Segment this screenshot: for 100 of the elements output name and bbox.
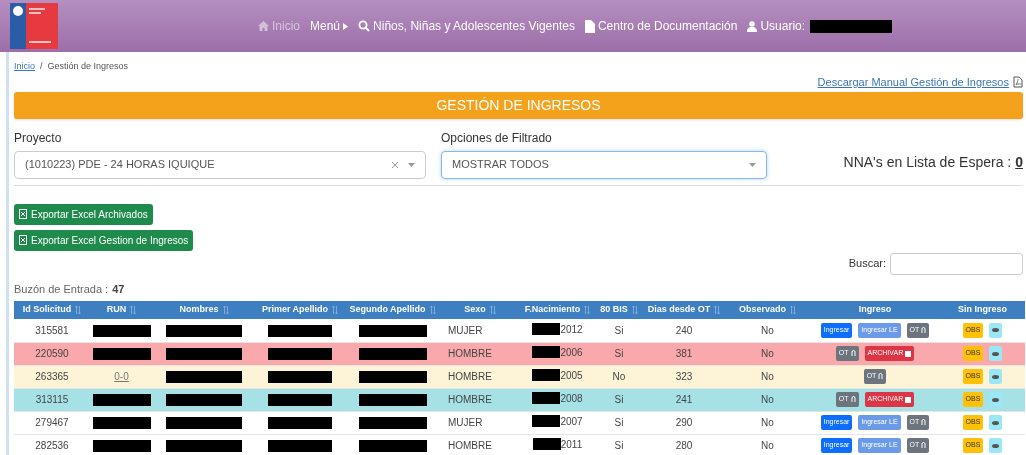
breadcrumb-separator: /	[40, 60, 43, 73]
column-header[interactable]: Segundo Apellido	[349, 303, 426, 317]
document-icon	[584, 19, 595, 33]
nav-link[interactable]: Centro de Documentación	[597, 17, 738, 35]
breadcrumb-link[interactable]: Inicio	[14, 60, 35, 74]
table-cell: No	[761, 417, 774, 428]
view-button[interactable]	[989, 438, 1003, 453]
redaction-bar	[92, 394, 151, 407]
redaction-bar	[268, 348, 332, 361]
column-header[interactable]: Ingreso	[858, 303, 892, 317]
view-button[interactable]	[989, 415, 1003, 430]
sort-icon[interactable]	[714, 306, 721, 314]
inbox-count: 47	[112, 281, 125, 297]
redaction-bar	[92, 440, 151, 453]
table-cell: HOMBRE	[448, 394, 492, 405]
table-cell: 313115	[35, 394, 69, 405]
redaction-bar	[532, 392, 561, 405]
sort-icon[interactable]	[429, 306, 436, 314]
sort-icon[interactable]	[222, 306, 229, 314]
sort-icon[interactable]	[130, 306, 137, 314]
dropdown-icon[interactable]	[749, 162, 756, 167]
select-field[interactable]: (1010223) PDE - 24 HORAS IQUIQUE	[14, 150, 426, 179]
redaction-bar	[268, 417, 332, 430]
export-button[interactable]: Exportar Excel Gestion de Ingresos	[14, 229, 194, 251]
redaction-bar	[92, 417, 151, 430]
redaction-bar	[92, 325, 151, 338]
breadcrumb-current: Gestión de Ingresos	[47, 60, 129, 73]
view-button[interactable]	[989, 369, 1003, 384]
waitlist-count[interactable]: 0	[1015, 151, 1023, 173]
column-header[interactable]: Dias desde OT	[647, 303, 711, 317]
table-cell: MUJER	[448, 417, 483, 428]
view-button[interactable]	[989, 392, 1003, 407]
redaction-bar	[358, 417, 427, 430]
table-cell: 220590	[35, 348, 69, 359]
home-icon	[258, 21, 269, 31]
sort-icon[interactable]	[75, 306, 82, 314]
redaction-bar	[268, 394, 332, 407]
table-cell-text: 2008	[560, 391, 583, 406]
field-label: Opciones de Filtrado	[441, 129, 553, 147]
column-header[interactable]: Nombres	[179, 303, 219, 317]
logo-drawing	[10, 3, 58, 49]
table-cell: 263365	[35, 371, 69, 382]
select-field[interactable]: MOSTRAR TODOS	[441, 150, 767, 179]
table-cell: No	[761, 324, 774, 336]
column-header[interactable]: 80 BIS	[600, 303, 628, 317]
table-cell: HOMBRE	[448, 440, 492, 451]
run-link[interactable]: 0-0	[114, 371, 129, 382]
field-label: Proyecto	[14, 129, 63, 147]
table-cell: 315581	[35, 324, 69, 336]
redaction-bar	[532, 323, 561, 335]
column-header[interactable]: Id Solicitud	[22, 303, 72, 317]
redaction-bar	[358, 394, 427, 407]
table-cell: HOMBRE	[448, 348, 492, 359]
caret-icon	[343, 22, 349, 30]
table-cell: Si	[614, 394, 624, 405]
export-button[interactable]: Exportar Excel Archivados	[14, 203, 153, 225]
inbox-label: Buzón de Entrada :	[14, 281, 109, 297]
sort-icon[interactable]	[489, 306, 496, 314]
table-cell: 279467	[35, 417, 69, 428]
pdf-icon	[1013, 76, 1023, 89]
sort-icon[interactable]	[631, 306, 638, 314]
sort-icon[interactable]	[584, 306, 591, 314]
search-label: Buscar:	[848, 256, 886, 272]
redaction-bar	[358, 348, 427, 361]
dropdown-icon[interactable]	[408, 162, 415, 167]
table-cell-text: 2011	[560, 437, 583, 452]
search-field[interactable]	[890, 252, 1023, 275]
column-header[interactable]: Primer Apellido	[261, 303, 329, 317]
column-header[interactable]: RUN	[106, 303, 127, 317]
table-cell: Si	[614, 417, 624, 428]
search-icon	[358, 20, 371, 32]
user-icon	[747, 20, 758, 32]
manual-link[interactable]: Descargar Manual Gestión de Ingresos	[817, 74, 1009, 91]
view-button[interactable]	[989, 322, 1003, 338]
table-cell: Si	[614, 440, 624, 451]
table-cell-text: 2012	[560, 322, 583, 337]
redaction-bar	[268, 371, 332, 384]
nav-link[interactable]: Niños, Niñas y Adolescentes Vigentes	[373, 17, 575, 35]
column-header[interactable]: Sin Ingreso	[958, 303, 1007, 317]
nav-link[interactable]: Menú	[310, 17, 341, 35]
column-header[interactable]: Sexo	[464, 303, 486, 317]
spreadsheet-icon	[19, 209, 27, 219]
sort-icon[interactable]	[790, 306, 796, 314]
redaction-bar	[532, 369, 561, 382]
column-header[interactable]: F.Nacimiento	[524, 303, 581, 317]
table-cell: No	[761, 440, 774, 451]
column-header[interactable]: Observado	[739, 303, 786, 317]
table-cell: 241	[675, 394, 693, 405]
redaction-bar	[358, 325, 427, 338]
nav-link[interactable]: Usuario:	[760, 17, 806, 35]
redaction-bar	[92, 348, 151, 361]
table-cell: 240	[675, 324, 693, 336]
table-cell: 280	[675, 440, 693, 451]
redaction-bar	[532, 438, 561, 451]
view-button[interactable]	[989, 346, 1003, 361]
square-icon	[905, 396, 912, 403]
sort-icon[interactable]	[332, 306, 339, 314]
eye-icon	[992, 374, 1000, 379]
table-cell: 282536	[35, 440, 69, 451]
clear-icon[interactable]	[392, 161, 398, 168]
